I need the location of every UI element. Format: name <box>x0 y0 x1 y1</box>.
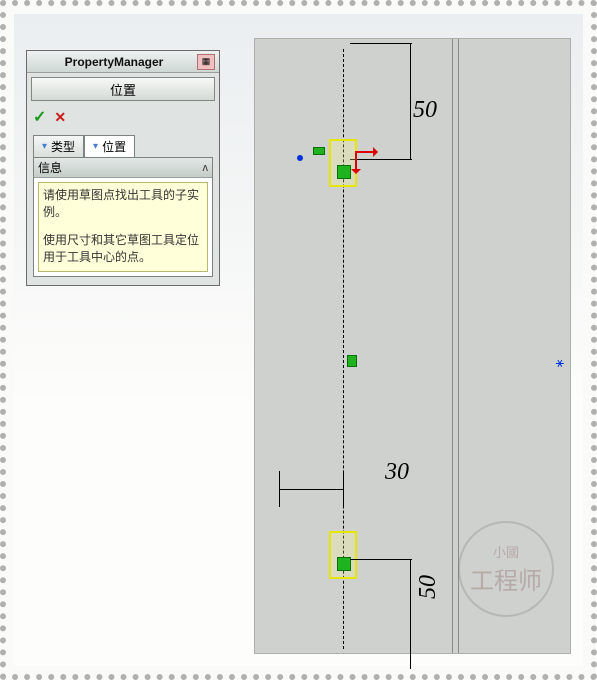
relation-icon <box>347 355 357 367</box>
command-name-label: 位置 <box>31 77 215 101</box>
relation-icon <box>337 557 351 571</box>
part-origin-icon: ⚹ <box>556 355 564 369</box>
tab-position[interactable]: ▾ 位置 <box>84 135 135 157</box>
watermark-big: 工程师 <box>470 561 542 596</box>
info-section-header[interactable]: 信息 ʌ <box>34 158 212 178</box>
relation-icon <box>313 147 325 155</box>
collapse-icon[interactable]: ʌ <box>203 162 209 174</box>
tab-type[interactable]: ▾ 类型 <box>33 135 84 157</box>
property-manager-panel: PropertyManager ▦ 位置 ✓ ✕ ▾ 类型 ▾ 位置 信息 <box>26 50 220 286</box>
sketch-point-icon <box>297 155 303 161</box>
extension-line <box>343 471 344 507</box>
extension-line <box>350 43 412 44</box>
command-bar: 位置 <box>27 73 219 105</box>
library-feature-instance-bottom[interactable] <box>329 531 357 579</box>
watermark-small: 小國 <box>493 542 519 561</box>
cancel-button[interactable]: ✕ <box>54 109 66 126</box>
pin-icon[interactable]: ▦ <box>197 54 215 70</box>
funnel-icon: ▾ <box>93 141 98 152</box>
command-name-text: 位置 <box>110 80 136 99</box>
dimension-50-top[interactable]: 50 <box>413 97 437 124</box>
dimension-line <box>410 43 411 159</box>
relation-icon <box>337 165 351 179</box>
info-message-box: 请使用草图点找出工具的子实例。 使用尺寸和其它草图工具定位用于工具中心的点。 <box>38 182 208 272</box>
ok-button[interactable]: ✓ <box>33 107 46 127</box>
extension-line <box>279 471 280 507</box>
dimension-line <box>410 559 411 669</box>
graphics-viewport[interactable]: 50 30 50 ⚹ 小國 工程师 <box>254 38 571 654</box>
library-feature-instance-top[interactable] <box>329 139 357 187</box>
watermark: 小國 工程师 <box>458 521 554 617</box>
ok-cancel-row: ✓ ✕ <box>27 105 219 133</box>
x-axis-arrow-icon <box>355 151 377 153</box>
info-paragraph: 请使用草图点找出工具的子实例。 <box>43 187 203 222</box>
dimension-line <box>279 489 343 490</box>
dimension-30[interactable]: 30 <box>385 459 409 486</box>
info-section-title: 信息 <box>38 159 62 176</box>
dimension-50-bottom[interactable]: 50 <box>415 575 442 599</box>
extension-line <box>350 159 412 160</box>
property-manager-header: PropertyManager ▦ <box>27 51 219 73</box>
property-body: 信息 ʌ 请使用草图点找出工具的子实例。 使用尺寸和其它草图工具定位用于工具中心… <box>33 157 213 277</box>
tab-type-label: 类型 <box>51 138 75 155</box>
funnel-icon: ▾ <box>42 141 47 152</box>
property-tabs: ▾ 类型 ▾ 位置 <box>27 133 219 157</box>
property-manager-title: PropertyManager <box>31 55 197 69</box>
y-axis-arrow-icon <box>355 151 357 173</box>
tab-position-label: 位置 <box>102 138 126 155</box>
extension-line <box>350 559 412 560</box>
info-paragraph: 使用尺寸和其它草图工具定位用于工具中心的点。 <box>43 232 203 267</box>
